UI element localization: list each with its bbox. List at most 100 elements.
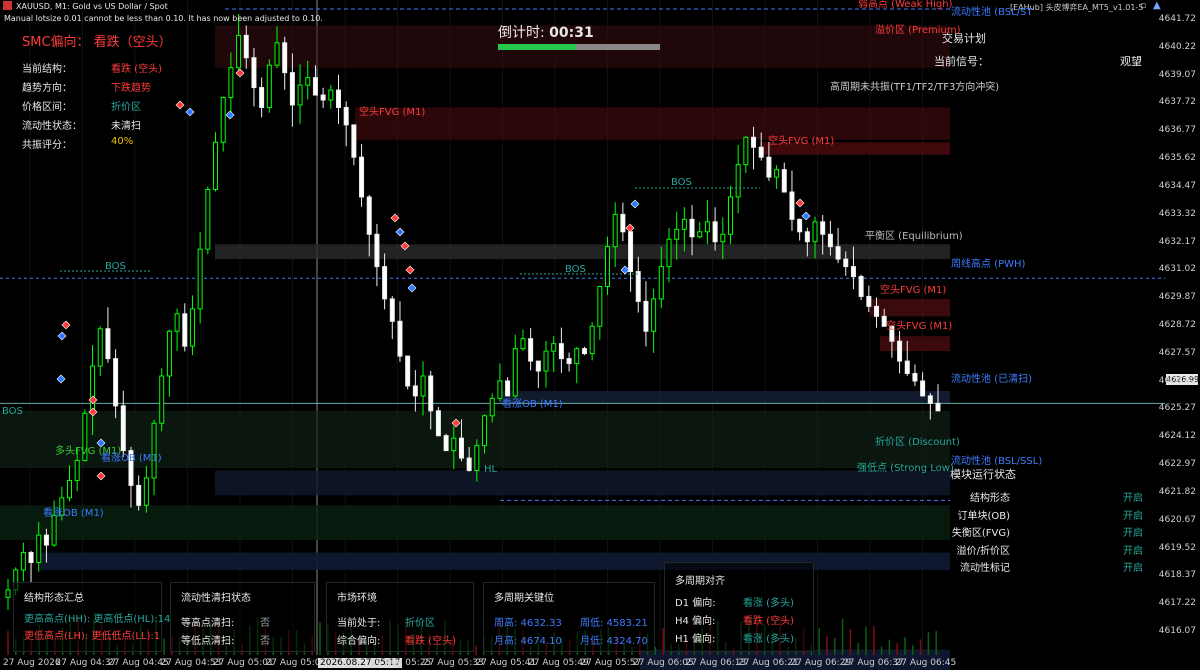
module-label: 订单块(OB): [957, 510, 1010, 522]
signal-diamond-marker: [175, 100, 185, 110]
candle-body: [389, 298, 395, 322]
plan-note: 高周期未共振(TF1/TF2/TF3方向冲突): [830, 82, 1000, 93]
candle-body: [512, 348, 518, 397]
fvg-bear-label-1: 空头FVG (M1): [359, 107, 426, 118]
module-status-title: 模块运行状态: [950, 468, 1016, 481]
signal-value: 观望: [1120, 55, 1142, 68]
market-env-title: 市场环境: [337, 593, 377, 604]
candle-body: [797, 218, 803, 233]
weak-high-label: 弱高点 (Weak High): [858, 0, 953, 10]
structure-line-2: 更低高点(LH): 更低低点(LL):1: [24, 631, 161, 642]
weekly-high: 周高: 4632.33: [494, 618, 562, 629]
module-value: 开启: [1123, 528, 1143, 539]
module-value: 开启: [1123, 493, 1143, 504]
market-env-panel: 市场环境 当前处于: 折价区 综合偏向: 看跌 (空头): [326, 582, 474, 652]
mtf-row-label: H4 偏向:: [675, 616, 716, 627]
price-tick-label: 4637.72: [1158, 97, 1196, 108]
candle-body: [551, 343, 557, 352]
price-tick-label: 4629.87: [1158, 292, 1196, 303]
time-tick-label: 27 Aug 06:45: [895, 658, 957, 668]
signal-diamond-marker: [801, 211, 811, 221]
candle-body: [666, 238, 672, 268]
bos-label-1: BOS: [105, 261, 126, 272]
candle-body: [420, 375, 426, 397]
candle-body: [5, 589, 11, 598]
eq-high-sweep-value: 否: [260, 618, 270, 629]
candle-body: [566, 358, 572, 365]
candle-body: [704, 221, 710, 233]
mtf-row-label: D1 偏向:: [675, 598, 716, 609]
candle-body: [743, 136, 749, 166]
price-tick-label: 4639.07: [1158, 69, 1196, 80]
smc-row-label: 当前结构：: [22, 64, 72, 75]
candle-body: [674, 228, 680, 240]
candle-body: [236, 34, 242, 69]
price-tick-label: 4635.62: [1158, 153, 1196, 164]
candle-body: [205, 189, 211, 250]
candle-body: [605, 246, 611, 287]
candle-body: [105, 328, 111, 360]
pwh-label: 周线高点 (PWH): [951, 259, 1026, 270]
ob-bull-label-1: 看涨OB (M1): [502, 399, 563, 410]
candle-body: [635, 271, 641, 302]
eq-low-sweep-value: 否: [260, 636, 270, 647]
candle-body: [213, 141, 219, 191]
candle-body: [774, 169, 780, 178]
strong-low-label: 强低点 (Strong Low): [857, 463, 954, 474]
current-zone-label: 当前处于:: [337, 618, 381, 629]
bos-label-2: BOS: [565, 264, 586, 275]
candle-body: [920, 380, 926, 397]
price-tick-label: 4634.47: [1158, 180, 1196, 191]
mtf-row-value: 看跌 (空头): [743, 616, 794, 627]
signal-diamond-marker: [56, 374, 66, 384]
signal-diamond-marker: [795, 198, 805, 208]
window-controls[interactable]: ▫: [1140, 1, 1146, 11]
candle-body: [335, 89, 341, 108]
fvg-bear-label-4: 空头FVG (M1): [886, 321, 953, 332]
candle-body: [820, 221, 826, 235]
ob-bull-zone-1: [500, 390, 950, 404]
hat-icon[interactable]: ▲: [1153, 0, 1161, 11]
smc-row-label: 共振评分：: [22, 140, 72, 151]
candle-body: [904, 360, 910, 375]
candle-body: [97, 328, 103, 367]
overall-bias-label: 综合偏向:: [337, 636, 381, 647]
price-tick-label: 4617.22: [1158, 598, 1196, 609]
candle-body: [174, 313, 180, 332]
price-tick-label: 4628.72: [1158, 320, 1196, 330]
countdown-progress-fill: [498, 44, 576, 50]
candle-body: [781, 169, 787, 193]
countdown-label: 倒计时:: [498, 25, 550, 41]
candle-body: [120, 405, 126, 452]
candle-body: [374, 233, 380, 268]
price-tick-label: 4618.37: [1158, 570, 1196, 581]
candle-body: [458, 437, 464, 459]
price-tick-label: 4640.22: [1158, 41, 1196, 52]
candle-body: [397, 320, 403, 357]
signal-diamond-marker: [235, 68, 245, 78]
candle-body: [166, 330, 172, 377]
candle-body: [274, 42, 280, 66]
signal-diamond-marker: [57, 331, 67, 341]
candle-body: [843, 258, 849, 268]
candle-body: [912, 373, 918, 382]
candle-body: [927, 395, 933, 404]
discount-label: 折价区 (Discount): [875, 437, 960, 448]
countdown-progress-track: [498, 44, 660, 50]
candle-body: [382, 266, 388, 300]
countdown: 倒计时: 00:31: [498, 22, 594, 42]
signal-diamond-marker: [630, 199, 640, 209]
candle-body: [751, 136, 757, 148]
candle-body: [535, 360, 541, 372]
candle-body: [197, 248, 203, 310]
candle-body: [228, 67, 234, 99]
signal-label: 当前信号：: [934, 55, 989, 68]
candle-body: [520, 338, 526, 350]
eq-low-sweep-label: 等低点清扫:: [181, 636, 235, 647]
lotsize-warning: Manual lotsize 0.01 cannot be less than …: [4, 14, 323, 23]
candle-body: [581, 348, 587, 355]
candle-body: [435, 410, 441, 437]
countdown-value: 00:31: [549, 25, 594, 41]
candle-body: [466, 457, 472, 471]
signal-diamond-marker: [625, 223, 635, 233]
